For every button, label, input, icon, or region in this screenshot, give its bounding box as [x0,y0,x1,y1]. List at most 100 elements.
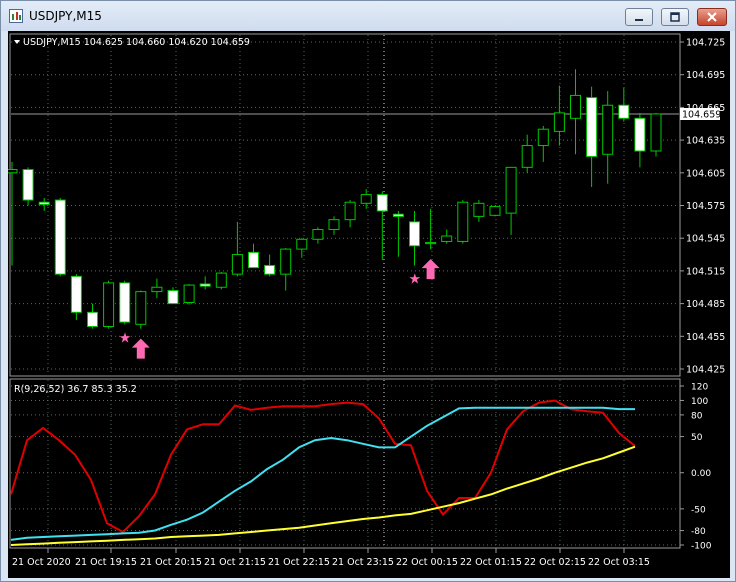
candle [6,161,18,266]
candle [215,271,227,290]
indicator-tick-label: 80 [691,411,703,421]
candle [376,191,388,260]
candle [570,69,581,155]
candle [409,210,420,266]
candle-body-bear [392,213,404,217]
indicator-line-cyan [10,406,635,541]
maximize-button[interactable] [661,8,689,26]
candle [264,254,276,277]
candle-body-bull [280,248,292,275]
time-tick-label: 22 Oct 00:15 [396,557,458,568]
indicator-line-red [10,399,636,534]
candle-body-bull [328,219,340,230]
signal-star-icon: ★ [409,271,422,287]
time-tick-label: 21 Oct 20:15 [140,557,202,568]
candle [360,189,372,209]
main-chart-header: USDJPY,M15 104.625 104.660 104.620 104.6… [23,37,250,48]
candle [537,125,549,162]
chart-window-icon [9,9,23,23]
candle-body-bull [602,104,614,155]
candle [328,216,340,235]
candle-body-bear [248,251,259,269]
indicator-tick-label: -100 [691,542,712,552]
candle [183,283,195,305]
price-chart[interactable]: ★★ 104.725104.695104.665104.635104.60510… [6,31,730,578]
price-tick-label: 104.695 [686,70,725,81]
price-tick-label: 104.575 [686,201,725,212]
candle-body-bear [167,290,179,305]
price-tick-label: 104.485 [686,299,725,310]
candle [119,280,131,325]
price-tick-label: 104.515 [686,266,725,277]
candle [70,274,82,320]
signal-arrow-up-icon [421,259,440,280]
price-tick-label: 104.725 [686,38,725,49]
candle-body-bull [473,202,485,217]
candle-body-bull [553,112,565,132]
price-axis: 104.725104.695104.665104.635104.605104.5… [680,38,725,376]
price-tick-label: 104.455 [686,332,725,343]
candle-body-bull [570,94,581,119]
candle-body-bull [215,272,227,288]
time-tick-label: 21 Oct 19:15 [75,557,137,568]
indicator-tick-label: 50 [691,433,703,443]
candle [457,200,469,244]
candle-body-bull [6,169,18,174]
candle [22,167,34,206]
candle [634,112,646,168]
time-tick-label: 21 Oct 2020 [12,557,71,568]
close-icon [707,12,717,22]
candle-body-bull [344,201,356,221]
indicator-tick-label: -50 [691,505,706,515]
price-tick-label: 104.605 [686,168,725,179]
candle-body-bull [135,291,147,325]
chart-window: USDJPY,M15 ★★ 104.725104.695104.665104.6… [0,0,736,582]
title-bar[interactable]: USDJPY,M15 [1,1,735,31]
candle-body-bear [22,169,34,201]
candle-body-bull [650,113,662,152]
candles [6,69,662,329]
time-tick-label: 22 Oct 03:15 [588,557,650,568]
indicator-tick-label: -80 [691,527,706,537]
candle [248,243,259,269]
candle-body-bear [586,97,598,157]
minimize-button[interactable] [625,8,653,26]
indicator-tick-label: 120 [691,383,708,393]
candle-body-bull [103,282,115,327]
candle-body-bear [376,194,388,212]
candle [473,200,485,222]
candle [392,210,404,257]
signal-arrow-up-icon [131,338,150,359]
price-tick-label: 104.545 [686,234,725,245]
candle [586,86,598,187]
candle [489,205,501,217]
indicator-header: R(9,26,52) 36.7 85.3 35.2 [14,384,137,395]
candle-body-bull [489,206,501,216]
close-button[interactable] [697,8,727,26]
candle [151,278,163,299]
time-tick-label: 21 Oct 22:15 [268,557,330,568]
time-tick-label: 22 Oct 02:15 [524,557,586,568]
candle-body-bull [505,166,517,214]
maximize-icon [670,12,680,22]
candle [553,85,565,146]
candle [602,91,614,184]
time-tick-label: 22 Oct 01:15 [460,557,522,568]
signal-markers: ★★ [119,259,440,359]
candle [312,227,324,244]
candle-body-bull [296,238,308,250]
current-price-label: 104.659 [682,110,721,121]
candle-body-bear [199,283,211,287]
indicator-tick-label: 0.00 [691,469,711,479]
candle-body-bear [618,104,630,119]
candle [441,229,453,244]
candle [54,197,66,277]
indicator-axis: 120 100 80 50 0.00 -50 -80 -100 [680,383,712,552]
candle-body-bear [119,282,131,323]
candle-body-bull [425,242,437,245]
candle [296,238,308,258]
chart-area[interactable]: ★★ 104.725104.695104.665104.635104.60510… [6,31,730,578]
candle-body-bull [457,201,469,242]
candle-body-bear [409,221,420,247]
candle [231,221,243,277]
